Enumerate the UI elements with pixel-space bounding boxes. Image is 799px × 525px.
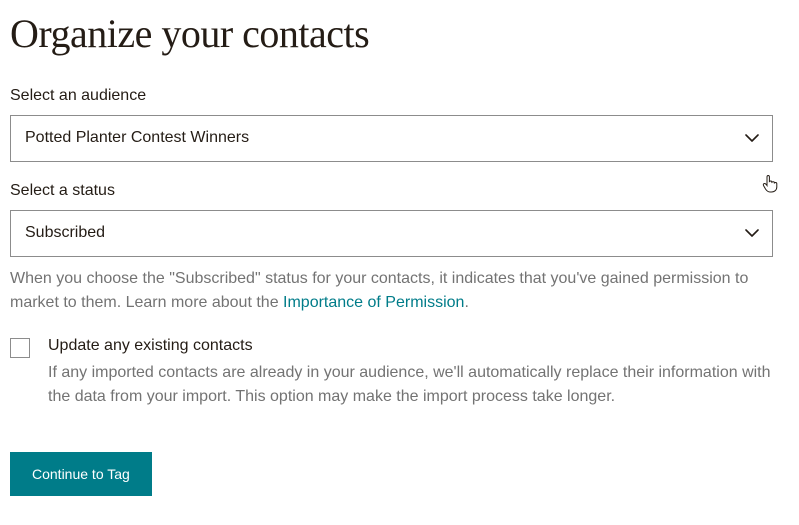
status-label: Select a status xyxy=(10,182,789,200)
audience-select-wrapper: Potted Planter Contest Winners xyxy=(10,115,773,162)
status-select-value: Subscribed xyxy=(25,224,105,241)
importance-of-permission-link[interactable]: Importance of Permission xyxy=(283,294,464,311)
continue-to-tag-button[interactable]: Continue to Tag xyxy=(10,452,152,496)
audience-label: Select an audience xyxy=(10,87,789,105)
status-select-wrapper: Subscribed xyxy=(10,210,773,257)
update-existing-checkbox[interactable] xyxy=(10,338,30,358)
update-existing-row: Update any existing contacts If any impo… xyxy=(10,337,789,411)
audience-field: Select an audience Potted Planter Contes… xyxy=(10,87,789,162)
status-field: Select a status Subscribed When you choo… xyxy=(10,182,789,315)
update-existing-content: Update any existing contacts If any impo… xyxy=(48,337,789,411)
status-helper-suffix: . xyxy=(464,294,468,311)
update-existing-label: Update any existing contacts xyxy=(48,337,789,355)
page-title: Organize your contacts xyxy=(10,10,789,57)
audience-select-value: Potted Planter Contest Winners xyxy=(25,129,249,146)
status-helper-text: When you choose the "Subscribed" status … xyxy=(10,267,773,315)
update-existing-description: If any imported contacts are already in … xyxy=(48,364,771,406)
status-select[interactable]: Subscribed xyxy=(10,210,773,257)
audience-select[interactable]: Potted Planter Contest Winners xyxy=(10,115,773,162)
